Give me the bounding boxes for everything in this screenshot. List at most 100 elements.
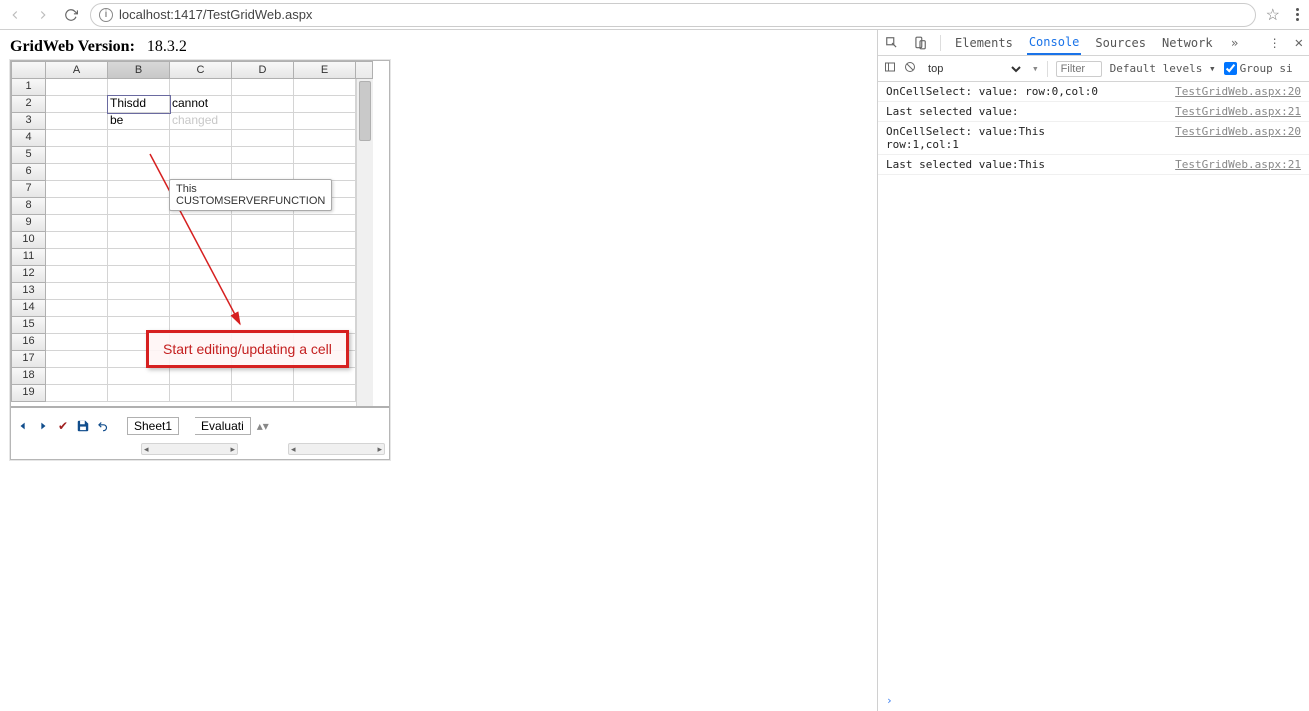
tab-sources[interactable]: Sources bbox=[1093, 32, 1148, 54]
cell-D14[interactable] bbox=[232, 300, 294, 317]
cell-D2[interactable] bbox=[232, 96, 294, 113]
group-checkbox[interactable]: Group si bbox=[1224, 62, 1293, 75]
cell-B18[interactable] bbox=[108, 368, 170, 385]
forward-button[interactable] bbox=[34, 6, 52, 24]
cell-B4[interactable] bbox=[108, 130, 170, 147]
cell-E12[interactable] bbox=[294, 266, 356, 283]
cell-B7[interactable] bbox=[108, 181, 170, 198]
cell-E1[interactable] bbox=[294, 79, 356, 96]
inspect-icon[interactable] bbox=[884, 35, 900, 51]
site-info-icon[interactable]: i bbox=[99, 8, 113, 22]
cell-A2[interactable] bbox=[46, 96, 108, 113]
row-head[interactable]: 7 bbox=[11, 181, 46, 198]
row-head[interactable]: 3 bbox=[11, 113, 46, 130]
cell-C5[interactable] bbox=[170, 147, 232, 164]
cell-B11[interactable] bbox=[108, 249, 170, 266]
cell-D9[interactable] bbox=[232, 215, 294, 232]
tab-scrollbar-2[interactable]: ◂▸ bbox=[288, 443, 385, 455]
tab-network[interactable]: Network bbox=[1160, 32, 1215, 54]
row-head[interactable]: 9 bbox=[11, 215, 46, 232]
levels-dropdown[interactable]: Default levels ▾ bbox=[1110, 62, 1216, 75]
console-sidebar-icon[interactable] bbox=[884, 61, 896, 76]
save-icon[interactable] bbox=[75, 418, 91, 434]
row-head[interactable]: 10 bbox=[11, 232, 46, 249]
col-head-D[interactable]: D bbox=[232, 61, 294, 79]
more-tabs-icon[interactable]: » bbox=[1227, 35, 1243, 51]
filter-input[interactable] bbox=[1056, 61, 1102, 77]
row-head[interactable]: 16 bbox=[11, 334, 46, 351]
cell-E2[interactable] bbox=[294, 96, 356, 113]
back-button[interactable] bbox=[6, 6, 24, 24]
row-head[interactable]: 1 bbox=[11, 79, 46, 96]
cell-D18[interactable] bbox=[232, 368, 294, 385]
cell-E11[interactable] bbox=[294, 249, 356, 266]
cell-C18[interactable] bbox=[170, 368, 232, 385]
devtools-close-icon[interactable]: ✕ bbox=[1295, 35, 1303, 51]
grid-corner[interactable] bbox=[11, 61, 46, 79]
reload-button[interactable] bbox=[62, 6, 80, 24]
row-head[interactable]: 11 bbox=[11, 249, 46, 266]
cell-C11[interactable] bbox=[170, 249, 232, 266]
browser-menu-icon[interactable] bbox=[1296, 8, 1299, 21]
cell-C1[interactable] bbox=[170, 79, 232, 96]
cell-D4[interactable] bbox=[232, 130, 294, 147]
row-head[interactable]: 12 bbox=[11, 266, 46, 283]
row-head[interactable]: 4 bbox=[11, 130, 46, 147]
row-head[interactable]: 2 bbox=[11, 96, 46, 113]
cell-B14[interactable] bbox=[108, 300, 170, 317]
cell-A9[interactable] bbox=[46, 215, 108, 232]
row-head[interactable]: 5 bbox=[11, 147, 46, 164]
cell-E9[interactable] bbox=[294, 215, 356, 232]
console-log[interactable]: OnCellSelect: value: row:0,col:0TestGrid… bbox=[878, 82, 1309, 690]
cell-B1[interactable] bbox=[108, 79, 170, 96]
cell-E13[interactable] bbox=[294, 283, 356, 300]
cell-B2[interactable] bbox=[108, 96, 170, 113]
cell-A11[interactable] bbox=[46, 249, 108, 266]
cell-E14[interactable] bbox=[294, 300, 356, 317]
log-source-link[interactable]: TestGridWeb.aspx:20 bbox=[1175, 125, 1301, 151]
tab-stepper-icon[interactable]: ▴▾ bbox=[257, 419, 269, 433]
cell-C9[interactable] bbox=[170, 215, 232, 232]
cell-B9[interactable] bbox=[108, 215, 170, 232]
row-head[interactable]: 18 bbox=[11, 368, 46, 385]
nav-first-icon[interactable] bbox=[15, 418, 31, 434]
cell-C3[interactable]: changed bbox=[170, 113, 232, 130]
cell-B3[interactable]: be bbox=[108, 113, 170, 130]
cell-A1[interactable] bbox=[46, 79, 108, 96]
cell-A5[interactable] bbox=[46, 147, 108, 164]
cell-B13[interactable] bbox=[108, 283, 170, 300]
cell-D1[interactable] bbox=[232, 79, 294, 96]
cell-A17[interactable] bbox=[46, 351, 108, 368]
cell-A13[interactable] bbox=[46, 283, 108, 300]
row-head[interactable]: 6 bbox=[11, 164, 46, 181]
col-head-A[interactable]: A bbox=[46, 61, 108, 79]
col-head-C[interactable]: C bbox=[170, 61, 232, 79]
cell-C12[interactable] bbox=[170, 266, 232, 283]
context-selector[interactable]: top bbox=[924, 62, 1024, 76]
row-head[interactable]: 14 bbox=[11, 300, 46, 317]
vertical-scrollbar[interactable] bbox=[356, 79, 373, 406]
log-source-link[interactable]: TestGridWeb.aspx:21 bbox=[1175, 105, 1301, 118]
cell-C19[interactable] bbox=[170, 385, 232, 402]
cell-E4[interactable] bbox=[294, 130, 356, 147]
row-head[interactable]: 8 bbox=[11, 198, 46, 215]
cell-D13[interactable] bbox=[232, 283, 294, 300]
devtools-menu-icon[interactable]: ⋮ bbox=[1267, 35, 1283, 51]
cell-B6[interactable] bbox=[108, 164, 170, 181]
cell-B10[interactable] bbox=[108, 232, 170, 249]
cell-A8[interactable] bbox=[46, 198, 108, 215]
cell-C13[interactable] bbox=[170, 283, 232, 300]
cell-E18[interactable] bbox=[294, 368, 356, 385]
device-toggle-icon[interactable] bbox=[912, 35, 928, 51]
cell-editor[interactable] bbox=[110, 96, 166, 110]
cell-D11[interactable] bbox=[232, 249, 294, 266]
cell-A15[interactable] bbox=[46, 317, 108, 334]
cell-C10[interactable] bbox=[170, 232, 232, 249]
cell-B19[interactable] bbox=[108, 385, 170, 402]
cell-D19[interactable] bbox=[232, 385, 294, 402]
cell-A10[interactable] bbox=[46, 232, 108, 249]
log-source-link[interactable]: TestGridWeb.aspx:21 bbox=[1175, 158, 1301, 171]
cell-C14[interactable] bbox=[170, 300, 232, 317]
cell-B12[interactable] bbox=[108, 266, 170, 283]
log-source-link[interactable]: TestGridWeb.aspx:20 bbox=[1175, 85, 1301, 98]
